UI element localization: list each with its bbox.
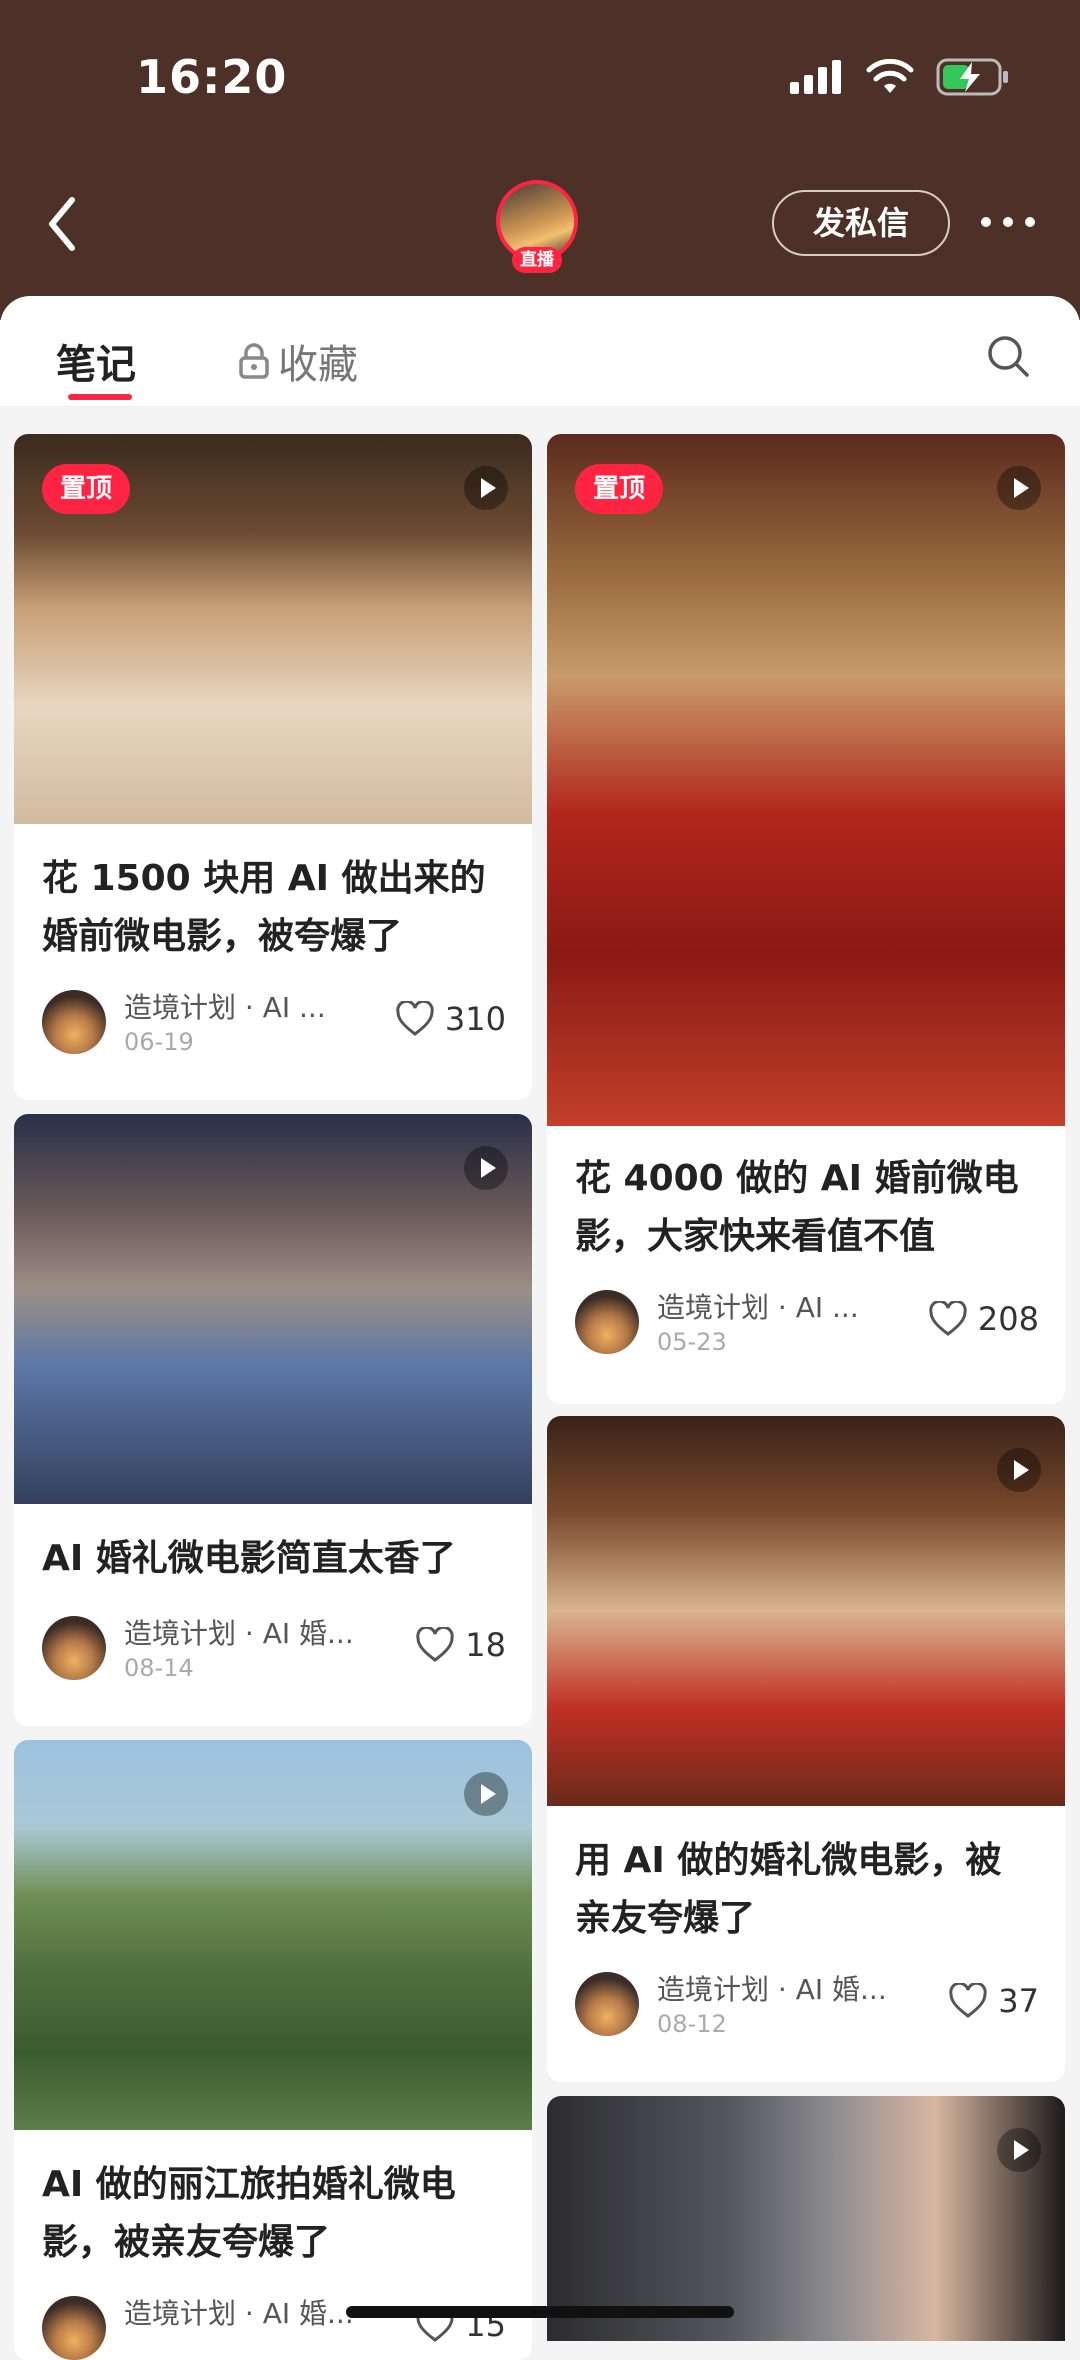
author-avatar[interactable] <box>42 990 106 1054</box>
note-title: AI 婚礼微电影简直太香了 <box>42 1538 456 1579</box>
note-title: AI 做的丽江旅拍婚礼微电影，被亲友夸爆了 <box>42 2164 456 2263</box>
play-icon <box>464 1146 508 1190</box>
cover-image <box>14 1740 532 2130</box>
heart-icon <box>396 1001 434 1036</box>
note-card[interactable]: 置顶 花 4000 做的 AI 婚前微电影，大家快来看值不值 造境计划 · AI… <box>547 434 1065 1404</box>
author-avatar[interactable] <box>42 2296 106 2360</box>
tab-favorites[interactable]: 收藏 <box>238 332 358 390</box>
play-icon <box>464 466 508 510</box>
play-icon <box>997 1448 1041 1492</box>
like-count: 18 <box>465 1626 506 1664</box>
cover-image <box>547 1416 1065 1806</box>
search-icon[interactable] <box>986 334 1030 378</box>
note-meta: 造境计划 · AI ... 05-23 208 <box>575 1290 1039 1356</box>
back-arrow-icon[interactable] <box>38 192 90 256</box>
author-name[interactable]: 造境计划 · AI 婚... <box>657 1968 887 2008</box>
heart-icon <box>416 1627 455 1662</box>
pinned-badge: 置顶 <box>42 464 131 514</box>
lock-icon <box>239 343 269 379</box>
play-icon <box>997 2128 1041 2172</box>
note-card[interactable]: 用 AI 做的婚礼微电影，被亲友夸爆了 造境计划 · AI 婚... 08-12… <box>547 1416 1065 2082</box>
note-card[interactable]: AI 婚礼微电影简直太香了 造境计划 · AI 婚... 08-14 18 <box>14 1114 532 1726</box>
note-card[interactable]: AI 做的丽江旅拍婚礼微电影，被亲友夸爆了 造境计划 · AI 婚... 15 <box>14 1740 532 2360</box>
play-icon <box>997 466 1041 510</box>
note-date: 06-19 <box>124 1028 194 1056</box>
like-count: 208 <box>977 1300 1039 1338</box>
author-avatar[interactable] <box>42 1616 106 1680</box>
home-indicator <box>346 2306 734 2318</box>
cover-image <box>547 434 1065 1126</box>
active-tab-indicator <box>68 394 132 400</box>
note-date: 08-12 <box>657 2010 727 2038</box>
author-name[interactable]: 造境计划 · AI 婚... <box>124 2292 354 2332</box>
cover-image <box>547 2096 1065 2341</box>
battery-charging-icon <box>936 58 1008 96</box>
send-message-button[interactable]: 发私信 <box>772 190 950 256</box>
tab-favorites-label: 收藏 <box>278 342 358 388</box>
note-card[interactable]: 置顶 花 1500 块用 AI 做出来的婚前微电影，被夸爆了 造境计划 · AI… <box>14 434 532 1100</box>
signal-icon <box>790 60 841 94</box>
tab-notes[interactable]: 笔记 <box>56 332 136 390</box>
cover-image <box>14 1114 532 1504</box>
note-date: 08-14 <box>124 1654 194 1682</box>
like-count: 310 <box>444 1000 506 1038</box>
note-title: 花 4000 做的 AI 婚前微电影，大家快来看值不值 <box>575 1158 1019 1257</box>
profile-header: 16:20 直播 发私信 <box>0 0 1080 320</box>
author-avatar[interactable] <box>575 1290 639 1354</box>
heart-icon <box>929 1301 967 1336</box>
note-title: 花 1500 块用 AI 做出来的婚前微电影，被夸爆了 <box>42 858 486 957</box>
note-meta: 造境计划 · AI ... 06-19 310 <box>42 990 506 1056</box>
author-name[interactable]: 造境计划 · AI 婚... <box>124 1612 354 1652</box>
tab-bar: 笔记 收藏 <box>0 296 1080 407</box>
author-avatar[interactable] <box>575 1972 639 2036</box>
like-button[interactable]: 18 <box>415 1626 506 1664</box>
note-meta: 造境计划 · AI 婚... 08-14 18 <box>42 1616 506 1682</box>
status-icons <box>790 58 1010 96</box>
like-button[interactable]: 310 <box>395 1000 506 1038</box>
more-options-icon[interactable] <box>978 210 1038 234</box>
note-title: 用 AI 做的婚礼微电影，被亲友夸爆了 <box>575 1840 1002 1939</box>
author-name[interactable]: 造境计划 · AI ... <box>657 1286 859 1326</box>
heart-icon <box>949 1983 988 2018</box>
play-icon <box>464 1772 508 1816</box>
status-time: 16:20 <box>136 50 288 104</box>
pinned-badge: 置顶 <box>575 464 664 514</box>
note-card[interactable] <box>547 2096 1065 2341</box>
like-button[interactable]: 208 <box>928 1300 1039 1338</box>
like-button[interactable]: 37 <box>948 1982 1039 2020</box>
author-name[interactable]: 造境计划 · AI ... <box>124 986 326 1026</box>
note-meta: 造境计划 · AI 婚... 08-12 37 <box>575 1972 1039 2038</box>
wifi-icon <box>866 59 914 93</box>
live-badge: 直播 <box>512 247 562 273</box>
note-date: 05-23 <box>657 1328 727 1356</box>
like-count: 37 <box>998 1982 1039 2020</box>
